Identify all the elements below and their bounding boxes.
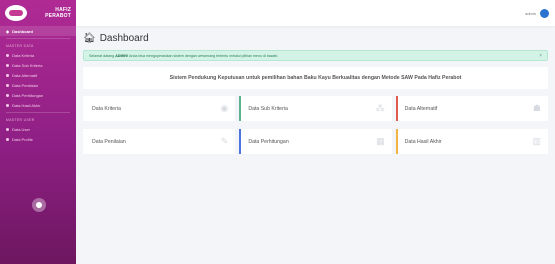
app-root: HAFIZ PERABOT ◆ Dashboard MASTER DATA Dat… — [0, 0, 555, 264]
home-icon: 🏠︎ — [83, 32, 96, 44]
brand-name-line2: PERABOT — [45, 13, 71, 19]
sidebar-item-label: Data User — [12, 126, 31, 132]
close-icon[interactable]: × — [539, 53, 542, 59]
menu-cards: Data Kriteria ◉ Data Sub Kriteria ⁂ Data A… — [83, 96, 548, 154]
sidebar-item-data-penilaian[interactable]: Data Penilaian — [0, 80, 76, 90]
sidebar-item-data-kriteria[interactable]: Data Kriteria — [0, 50, 76, 60]
sidebar-item-data-sub-kriteria[interactable]: Data Sub Kriteria — [0, 60, 76, 70]
sidebar-divider — [6, 38, 70, 39]
sidebar-item-data-hasil-akhir[interactable]: Data Hasil Akhir — [0, 100, 76, 110]
card-data-penilaian[interactable]: Data Penilaian ✎ — [83, 129, 236, 154]
avatar[interactable] — [540, 8, 549, 18]
edit-icon: ✎ — [220, 136, 229, 146]
dashboard-icon: ◆ — [6, 28, 10, 34]
sidebar-item-label: Dashboard — [12, 28, 33, 34]
card-label: Data Kriteria — [92, 105, 121, 112]
sidebar-item-data-alternatif[interactable]: Data Alternatif — [0, 70, 76, 80]
main-area: admin 🏠︎ Dashboard Selamat datang ADMIN!… — [76, 0, 555, 264]
sidebar-item-label: Data Hasil Akhir — [12, 102, 41, 108]
sidebar-item-label: Data Sub Kriteria — [12, 62, 43, 68]
card-data-hasil-akhir[interactable]: Data Hasil Akhir ▥ — [395, 129, 548, 154]
logo-icon — [5, 5, 27, 21]
cubes-icon — [6, 63, 9, 67]
card-label: Data Penilaian — [92, 138, 126, 145]
cube-icon — [6, 53, 9, 57]
topbar-username[interactable]: admin — [525, 11, 536, 16]
sidebar-item-label: Data Alternatif — [12, 72, 38, 78]
sidebar-toggle-button[interactable] — [32, 198, 46, 212]
sidebar-item-label: Data Profile — [12, 136, 33, 142]
chart-icon — [6, 103, 9, 107]
page-title: Dashboard — [99, 32, 149, 44]
brand-name: HAFIZ PERABOT — [33, 7, 71, 19]
page-header: 🏠︎ Dashboard — [83, 26, 548, 50]
profile-icon — [6, 137, 9, 141]
alert-text: Selamat datang ADMIN! Anda bisa mengoper… — [89, 54, 278, 58]
card-data-kriteria[interactable]: Data Kriteria ◉ — [83, 96, 236, 121]
sidebar-item-data-user[interactable]: Data User — [0, 124, 76, 134]
welcome-alert: Selamat datang ADMIN! Anda bisa mengoper… — [83, 50, 548, 61]
users-icon: ☗ — [532, 103, 541, 113]
alert-prefix: Selamat datang — [89, 53, 115, 58]
topbar: admin — [76, 0, 555, 26]
sidebar-divider — [6, 112, 70, 113]
calculator-icon: ▦ — [376, 136, 385, 146]
sidebar-item-data-perhitungan[interactable]: Data Perhitungan — [0, 90, 76, 100]
sidebar-item-label: Data Perhitungan — [12, 92, 44, 98]
sidebar-item-dashboard[interactable]: ◆ Dashboard — [0, 26, 76, 36]
alert-suffix: Anda bisa mengoperasikan sistem dengan w… — [128, 53, 279, 58]
card-label: Data Hasil Akhir — [404, 138, 442, 145]
sidebar: HAFIZ PERABOT ◆ Dashboard MASTER DATA Dat… — [0, 0, 76, 264]
users-icon — [6, 73, 9, 77]
card-label: Data Perhitungan — [248, 138, 289, 145]
brand[interactable]: HAFIZ PERABOT — [0, 0, 76, 26]
cube-icon: ◉ — [220, 103, 229, 113]
content: 🏠︎ Dashboard Selamat datang ADMIN! Anda … — [76, 26, 555, 154]
card-data-alternatif[interactable]: Data Alternatif ☗ — [395, 96, 548, 121]
sidebar-item-data-profile[interactable]: Data Profile — [0, 134, 76, 144]
sidebar-item-label: Data Penilaian — [12, 82, 39, 88]
card-data-sub-kriteria[interactable]: Data Sub Kriteria ⁂ — [239, 96, 392, 121]
card-label: Data Alternatif — [404, 105, 438, 112]
calculator-icon — [6, 93, 9, 97]
sidebar-heading-master-user: MASTER USER — [6, 117, 35, 122]
cubes-icon: ⁂ — [375, 103, 385, 113]
sidebar-item-label: Data Kriteria — [12, 52, 35, 58]
chart-icon: ▥ — [532, 136, 541, 146]
user-icon — [6, 127, 9, 131]
card-data-perhitungan[interactable]: Data Perhitungan ▦ — [239, 129, 392, 154]
alert-user: ADMIN! — [115, 53, 129, 58]
system-title-banner: Sistem Pendukung Keputusan untuk pemilih… — [83, 67, 548, 89]
edit-icon — [6, 83, 9, 87]
sidebar-heading-master-data: MASTER DATA — [6, 43, 34, 48]
card-label: Data Sub Kriteria — [248, 105, 288, 112]
